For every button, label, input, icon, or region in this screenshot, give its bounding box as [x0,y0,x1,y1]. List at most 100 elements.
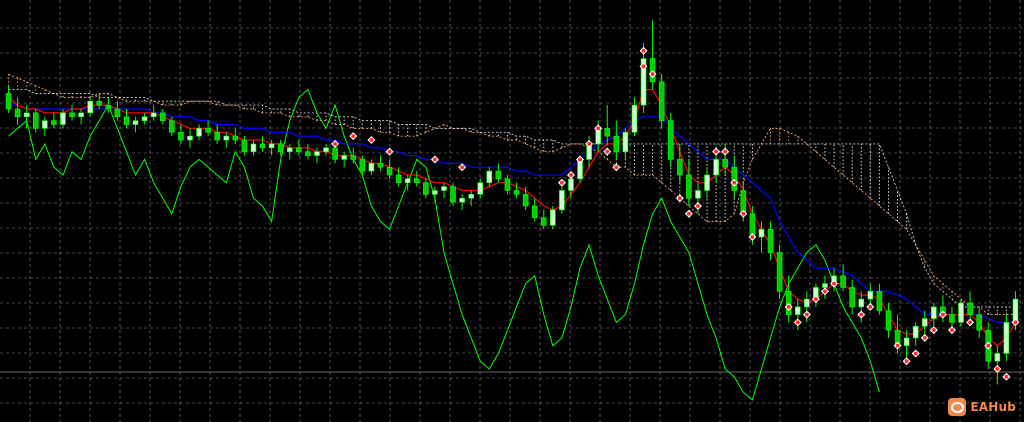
candle-body [758,228,765,238]
candle-body [867,291,874,300]
candle-body [794,306,801,315]
candle-body [686,174,692,199]
signal-marker-core [460,165,465,170]
candle-body [677,159,683,176]
candle-body [976,314,982,331]
candle-body [994,353,1001,362]
candle-body [931,306,937,319]
watermark: EAHub [948,398,1016,416]
candle-body [540,217,547,226]
kijun-line [8,104,1016,323]
candle-body [604,128,611,137]
candle-body [241,139,248,152]
candle-body [404,178,411,184]
candle-body [96,100,103,106]
candle-body [350,155,357,160]
signal-marker-core [986,343,991,348]
signal-marker-core [949,328,954,333]
candle-body [513,190,520,195]
signal-marker-core [559,180,564,185]
candle-body [921,318,928,327]
signal-marker-core [995,366,1000,371]
candle-body [468,194,474,199]
candle-body [486,170,493,184]
signal-marker-core [904,359,909,364]
signal-marker-core [804,312,809,317]
signal-marker-core [922,335,927,340]
signal-marker-core [686,211,691,216]
signal-marker-core [641,64,646,69]
candle-body [767,228,774,253]
watermark-text: EAHub [970,400,1016,414]
candle-body [432,190,438,195]
signal-marker-core [587,141,592,146]
signal-marker-core [859,312,864,317]
candle-body [314,151,320,156]
candle-body [849,287,855,308]
candle-body [323,147,329,152]
candle-body [123,116,130,125]
ichimoku-cloud [8,73,1016,316]
candle-body [622,131,629,152]
candle-body [305,151,311,156]
candle-body [885,310,892,331]
candle-body [87,100,93,114]
candle-body [114,108,121,118]
candle-body [286,147,293,152]
signal-marker-core [387,149,392,154]
signal-marker-core [913,351,918,356]
candle-body [822,283,828,288]
candle-body [840,275,846,288]
candle-body [214,131,220,141]
candle-body [69,112,75,118]
candle-body [613,135,620,152]
candle-body [14,108,21,118]
candle-body [559,190,565,211]
candle-body [423,182,429,195]
candle-body [341,155,347,160]
signal-marker-core [605,149,610,154]
candle-body [958,302,964,323]
signal-marker-core [333,141,338,146]
candle-body [395,174,402,184]
signal-marker-core [750,235,755,240]
signal-marker-core [795,320,800,325]
signal-marker-core [650,72,655,77]
eahub-logo-icon [948,398,967,416]
candle-body [150,112,157,118]
signal-marker-core [940,312,945,317]
candle-body [459,197,465,203]
candle-body [776,252,783,292]
candle-body [495,170,502,180]
signal-marker-core [732,180,737,185]
candle-body [450,186,456,203]
candle-body [550,209,556,226]
candle-body [522,194,529,207]
candle-body [858,298,865,308]
candle-body [141,116,148,121]
candlestick-series [5,19,1019,385]
candle-body [695,190,701,199]
candle-body [967,302,973,315]
chart-grid [0,0,1024,422]
candle-body [359,159,366,172]
signal-marker-core [868,304,873,309]
candle-body [658,81,665,121]
signal-marker-core [369,138,374,143]
signal-marker-core [741,211,746,216]
candle-body [504,178,511,191]
signal-marker-core [596,126,601,131]
candle-body [5,93,12,110]
signal-marker-core [813,297,818,302]
candle-body [196,128,202,137]
candle-body [159,112,166,121]
signal-marker-core [968,320,973,325]
signal-marker-core [578,157,583,162]
candle-body [903,337,910,346]
signal-marker-core [786,304,791,309]
signal-marker-core [614,165,619,170]
candle-body [1003,322,1010,354]
signal-marker-core [568,172,573,177]
candle-body [949,314,955,323]
signal-marker-core [832,281,837,286]
